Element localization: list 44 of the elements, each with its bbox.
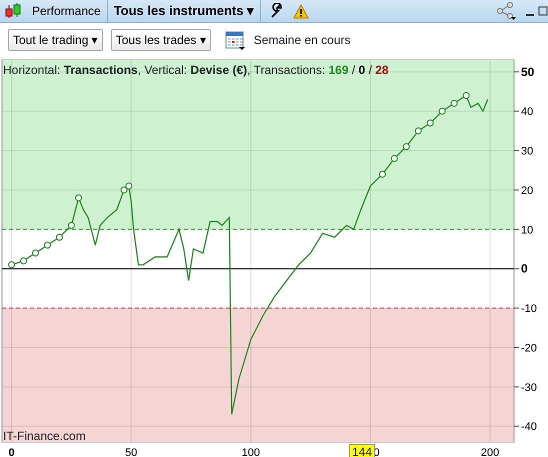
point	[438, 108, 446, 115]
maximize-icon[interactable]	[538, 5, 548, 17]
point	[20, 257, 28, 264]
point	[426, 120, 434, 127]
point	[32, 249, 39, 256]
point	[125, 182, 132, 190]
period-label: Semaine en cours	[254, 32, 350, 49]
y-tick-label: 30	[521, 146, 534, 158]
point	[120, 186, 128, 194]
dropdown-button[interactable]: Tous les trades ▾	[110, 29, 211, 51]
x-tick-label: 50	[125, 447, 138, 457]
point	[44, 242, 51, 249]
point	[56, 234, 63, 241]
point	[8, 261, 16, 268]
tab[interactable]: Tous les instruments ▾	[108, 0, 262, 22]
point	[450, 100, 458, 107]
dropdown-button[interactable]: Tout le trading ▾	[8, 29, 103, 51]
candlestick-icon	[4, 2, 22, 20]
y-tick-label: -20	[521, 342, 537, 354]
y-tick-label: 20	[521, 184, 534, 197]
chart-info-text: Horizontal: Transactions, Vertical: Devise (€), Transactions: 169 / 0 / 28	[3, 62, 389, 79]
y-tick-label: 10	[521, 224, 534, 236]
calendar-icon[interactable]	[224, 29, 246, 51]
point	[414, 127, 422, 134]
y-tick-label: -30	[521, 382, 537, 394]
chart-credit: IT-Finance.com	[3, 428, 86, 445]
point	[390, 154, 398, 162]
y-tick-label: -40	[521, 421, 537, 434]
point	[68, 222, 75, 229]
y-tick-label: -10	[521, 303, 537, 316]
tab[interactable]: Performance	[26, 0, 108, 22]
y-tick-label: 50	[521, 64, 534, 79]
point	[402, 143, 410, 150]
point	[462, 92, 470, 99]
x-tick-label: 0	[8, 447, 15, 457]
x-tick-label: 200	[480, 447, 500, 457]
point	[75, 194, 82, 202]
share-icon[interactable]	[496, 2, 516, 20]
x-tick-label: 100	[242, 447, 260, 457]
point	[378, 170, 386, 178]
cursor-label: 144	[349, 444, 376, 457]
warning-icon[interactable]	[293, 4, 310, 18]
y-tick-label: 40	[521, 106, 534, 118]
y-tick-label: 0	[521, 262, 528, 276]
